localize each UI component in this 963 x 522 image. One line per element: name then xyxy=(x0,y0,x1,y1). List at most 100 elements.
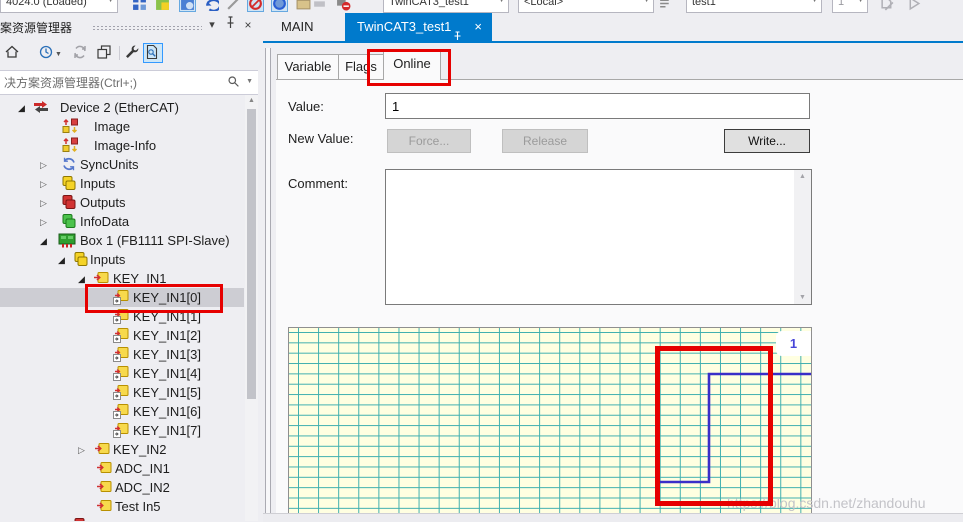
var-input-element-icon xyxy=(113,346,129,362)
tree-item-image-info[interactable]: Image-Info xyxy=(0,136,244,155)
process-image-icon xyxy=(62,118,88,134)
pin-icon[interactable] xyxy=(453,23,462,51)
close-icon[interactable]: × xyxy=(240,16,256,34)
comment-textarea[interactable] xyxy=(386,170,795,304)
chevron-down-icon: ▼ xyxy=(498,0,505,4)
sync-units-icon xyxy=(61,156,77,172)
start-icon[interactable] xyxy=(906,0,921,11)
tree-item-image[interactable]: Image xyxy=(0,117,244,136)
inputs-icon xyxy=(73,251,89,267)
tree-item-label: ADC_IN2 xyxy=(115,480,170,495)
scrollbar-thumb[interactable] xyxy=(247,109,256,399)
attach-icon[interactable] xyxy=(658,0,673,11)
pending-changes-icon[interactable] xyxy=(38,44,56,62)
freerun-icon[interactable] xyxy=(247,0,264,12)
scope-combobox[interactable]: <Local> ▼ xyxy=(518,0,654,13)
search-input[interactable] xyxy=(2,72,221,93)
tab-variable[interactable]: Variable xyxy=(277,54,339,79)
preview-selected-items-icon[interactable] xyxy=(143,43,163,63)
var-input-icon xyxy=(96,460,112,476)
gear-green-icon[interactable] xyxy=(155,0,170,11)
scroll-up-icon[interactable]: ▲ xyxy=(794,173,811,180)
tree-item-syncunits[interactable]: ▷ SyncUnits xyxy=(0,155,244,174)
tree-item-outputs[interactable]: ▷ Outputs xyxy=(0,193,244,212)
runtime-version-combobox[interactable]: 4024.0 (Loaded) ▼ xyxy=(0,0,118,13)
login-icon[interactable] xyxy=(880,0,895,11)
comment-scrollbar[interactable]: ▲ ▼ xyxy=(794,170,811,304)
tab-twincat3-test1[interactable]: TwinCAT3_test1 × xyxy=(345,13,492,41)
task-combobox[interactable]: test1 ▼ xyxy=(686,0,822,13)
tree-item-box-1-fb1111-spi-slave-[interactable]: ◢ Box 1 (FB1111 SPI-Slave) xyxy=(0,231,244,250)
tree-item-key-in1-6-[interactable]: KEY_IN1[6] xyxy=(0,402,244,421)
chevron-down-icon: ▼ xyxy=(811,0,818,4)
chevron-down-icon: ▼ xyxy=(857,0,864,4)
tab-main[interactable]: MAIN xyxy=(271,13,324,41)
tree-item-key-in1-2-[interactable]: KEY_IN1[2] xyxy=(0,326,244,345)
var-input-icon xyxy=(96,498,112,514)
tree-item-key-in1-5-[interactable]: KEY_IN1[5] xyxy=(0,383,244,402)
run-mode-icon[interactable] xyxy=(271,0,288,12)
collapse-all-icon[interactable] xyxy=(96,44,114,62)
panel-header[interactable]: 案资源管理器 ▾ × xyxy=(0,13,258,40)
tree-item-key-in1-4-[interactable]: KEY_IN1[4] xyxy=(0,364,244,383)
expander-expanded-icon[interactable]: ◢ xyxy=(18,102,30,114)
tab-online[interactable]: Online xyxy=(383,51,441,80)
tree-item-adc-in1[interactable]: ADC_IN1 xyxy=(0,459,244,478)
pin-icon[interactable] xyxy=(222,16,238,34)
properties-wrench-icon[interactable] xyxy=(124,44,142,62)
write-button[interactable]: Write... xyxy=(724,129,810,153)
tree-item-inputs[interactable]: ◢ Inputs xyxy=(0,250,244,269)
value-input[interactable] xyxy=(385,93,810,119)
search-icon[interactable] xyxy=(227,75,240,93)
home-icon[interactable] xyxy=(4,44,22,62)
expander-expanded-icon[interactable]: ◢ xyxy=(58,254,70,266)
tree-item-label: InfoData xyxy=(80,214,130,229)
scroll-up-icon[interactable]: ▲ xyxy=(245,97,258,104)
expander-expanded-icon[interactable]: ◢ xyxy=(40,235,52,247)
gear-blue-icon[interactable] xyxy=(179,0,196,12)
close-icon[interactable]: × xyxy=(474,13,482,41)
page-scrollbar[interactable] xyxy=(265,48,271,513)
expander-collapsed-icon[interactable]: ▷ xyxy=(40,216,52,228)
force-button[interactable]: Force... xyxy=(387,129,471,153)
wand-icon[interactable] xyxy=(226,0,241,11)
undo-icon[interactable] xyxy=(204,0,222,12)
mini-combobox[interactable]: 1 ▼ xyxy=(832,0,868,13)
expander-collapsed-icon[interactable]: ▷ xyxy=(40,159,52,171)
tree-item-device-2-ethercat-[interactable]: ◢ Device 2 (EtherCAT) xyxy=(0,98,244,117)
chevron-down-icon[interactable]: ▼ xyxy=(55,44,63,62)
tree-item-key-in1-1-[interactable]: KEY_IN1[1] xyxy=(0,307,244,326)
tree-scrollbar[interactable]: ▲ xyxy=(245,95,258,521)
tree-item-key-in1[interactable]: ◢ KEY_IN1 xyxy=(0,269,244,288)
grid-icon[interactable] xyxy=(132,0,147,11)
expander-collapsed-icon[interactable]: ▷ xyxy=(40,178,52,190)
expander-expanded-icon[interactable]: ◢ xyxy=(78,273,90,285)
target-system-combobox[interactable]: TwinCAT3_test1 ▼ xyxy=(383,0,509,13)
tree-item-label: KEY_IN1 xyxy=(113,271,167,286)
expander-collapsed-icon[interactable]: ▷ xyxy=(78,444,90,456)
tab-flags[interactable]: Flags xyxy=(338,54,384,79)
tree-item-key-in1-7-[interactable]: KEY_IN1[7] xyxy=(0,421,244,440)
tree-item-key-in2[interactable]: ▷ KEY_IN2 xyxy=(0,440,244,459)
folder-icon[interactable] xyxy=(296,0,311,11)
new-value-label: New Value: xyxy=(288,131,354,146)
block-red-icon[interactable] xyxy=(336,0,351,11)
tree-item-label: Inputs xyxy=(90,252,126,267)
expander-collapsed-icon[interactable]: ▷ xyxy=(40,197,52,209)
tree-item-label: Device 2 (EtherCAT) xyxy=(60,100,179,115)
value-label: Value: xyxy=(288,99,324,114)
tree-item-partial[interactable] xyxy=(0,516,244,521)
release-button[interactable]: Release xyxy=(502,129,588,153)
tree-item-key-in1-3-[interactable]: KEY_IN1[3] xyxy=(0,345,244,364)
tree-item-inputs[interactable]: ▷ Inputs xyxy=(0,174,244,193)
tree-item-infodata[interactable]: ▷ InfoData xyxy=(0,212,244,231)
tree-item-adc-in2[interactable]: ADC_IN2 xyxy=(0,478,244,497)
tree-item-test-in5[interactable]: Test In5 xyxy=(0,497,244,516)
refresh-icon[interactable] xyxy=(72,44,90,62)
scroll-down-icon[interactable]: ▼ xyxy=(794,294,811,301)
process-image-icon xyxy=(62,137,88,153)
chevron-down-icon[interactable]: ▼ xyxy=(246,78,253,85)
chevron-down-icon[interactable]: ▾ xyxy=(204,16,220,34)
tree-item-key-in1-0-[interactable]: KEY_IN1[0] xyxy=(0,288,244,307)
link-icon[interactable] xyxy=(312,0,327,11)
